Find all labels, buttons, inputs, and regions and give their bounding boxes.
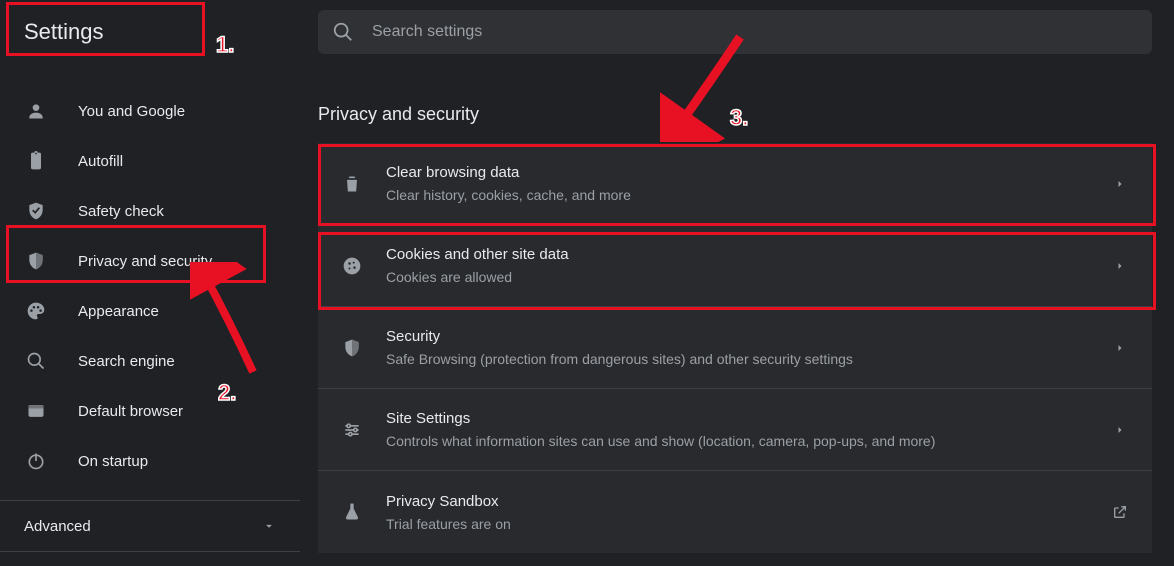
- chevron-right-icon: [1110, 174, 1130, 194]
- page-title: Settings: [0, 0, 300, 64]
- row-security[interactable]: Security Safe Browsing (protection from …: [318, 307, 1152, 389]
- shield-check-icon: [24, 199, 48, 223]
- sidebar-item-label: On startup: [78, 453, 148, 470]
- settings-rows: Clear browsing data Clear history, cooki…: [318, 143, 1152, 553]
- row-clear-browsing-data[interactable]: Clear browsing data Clear history, cooki…: [318, 143, 1152, 225]
- sidebar-item-autofill[interactable]: Autofill: [0, 136, 300, 186]
- settings-title-text: Settings: [24, 19, 104, 45]
- sidebar-advanced-toggle[interactable]: Advanced: [0, 500, 300, 552]
- sidebar-item-label: Appearance: [78, 303, 159, 320]
- search-input[interactable]: [372, 23, 1138, 41]
- sidebar-item-label: You and Google: [78, 103, 185, 120]
- chevron-right-icon: [1110, 338, 1130, 358]
- sidebar-item-label: Default browser: [78, 403, 183, 420]
- section-title: Privacy and security: [318, 104, 1160, 125]
- chevron-down-icon: [262, 519, 276, 533]
- power-icon: [24, 449, 48, 473]
- row-subtitle: Controls what information sites can use …: [386, 433, 1110, 449]
- sidebar-items: You and Google Autofill Safety check Pri…: [0, 64, 300, 486]
- sidebar-item-label: Search engine: [78, 353, 175, 370]
- shield-icon: [340, 336, 364, 360]
- sidebar-item-default-browser[interactable]: Default browser: [0, 386, 300, 436]
- sidebar-item-search-engine[interactable]: Search engine: [0, 336, 300, 386]
- sidebar-item-appearance[interactable]: Appearance: [0, 286, 300, 336]
- sidebar-item-label: Safety check: [78, 203, 164, 220]
- row-site-settings[interactable]: Site Settings Controls what information …: [318, 389, 1152, 471]
- row-title: Site Settings: [386, 410, 1110, 427]
- row-subtitle: Safe Browsing (protection from dangerous…: [386, 351, 1110, 367]
- sidebar-item-privacy-security[interactable]: Privacy and security: [0, 236, 300, 286]
- flask-icon: [340, 500, 364, 524]
- row-title: Cookies and other site data: [386, 246, 1110, 263]
- row-title: Clear browsing data: [386, 164, 1110, 181]
- row-subtitle: Cookies are allowed: [386, 269, 1110, 285]
- shield-icon: [24, 249, 48, 273]
- sidebar-item-on-startup[interactable]: On startup: [0, 436, 300, 486]
- browser-icon: [24, 399, 48, 423]
- row-title: Privacy Sandbox: [386, 493, 1110, 510]
- person-icon: [24, 99, 48, 123]
- palette-icon: [24, 299, 48, 323]
- search-icon: [332, 21, 354, 43]
- trash-icon: [340, 172, 364, 196]
- search-icon: [24, 349, 48, 373]
- chevron-right-icon: [1110, 256, 1130, 276]
- cookie-icon: [340, 254, 364, 278]
- clipboard-icon: [24, 149, 48, 173]
- row-privacy-sandbox[interactable]: Privacy Sandbox Trial features are on: [318, 471, 1152, 553]
- sidebar-item-label: Autofill: [78, 153, 123, 170]
- external-link-icon: [1110, 502, 1130, 522]
- row-subtitle: Clear history, cookies, cache, and more: [386, 187, 1110, 203]
- sidebar-item-label: Privacy and security: [78, 253, 212, 270]
- sliders-icon: [340, 418, 364, 442]
- row-title: Security: [386, 328, 1110, 345]
- sidebar: Settings You and Google Autofill Safety …: [0, 0, 300, 566]
- sidebar-item-safety-check[interactable]: Safety check: [0, 186, 300, 236]
- row-cookies[interactable]: Cookies and other site data Cookies are …: [318, 225, 1152, 307]
- main: Privacy and security Clear browsing data…: [300, 0, 1174, 566]
- search-bar[interactable]: [318, 10, 1152, 54]
- chevron-right-icon: [1110, 420, 1130, 440]
- row-subtitle: Trial features are on: [386, 516, 1110, 532]
- sidebar-item-you-and-google[interactable]: You and Google: [0, 86, 300, 136]
- advanced-label: Advanced: [24, 518, 91, 535]
